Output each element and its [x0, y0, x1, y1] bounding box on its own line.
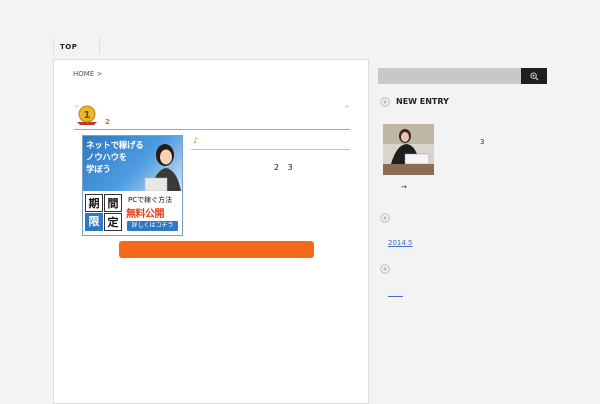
- search-button[interactable]: [521, 68, 547, 84]
- banner-line-1: ネットで稼げる: [86, 141, 144, 151]
- kanji-period-2: 間: [104, 194, 122, 212]
- kanji-period-1: 期: [85, 194, 103, 212]
- magnifier-icon: [529, 71, 538, 80]
- first-place-ribbon-icon: 1: [77, 105, 97, 125]
- entry-thumbnail-image[interactable]: [383, 124, 434, 175]
- kanji-limit-2: 定: [104, 213, 122, 231]
- kanji-limit-1: 限: [85, 213, 103, 231]
- entry-count: 3: [480, 138, 485, 146]
- banner-line-2: ノウハウを: [86, 153, 128, 163]
- article-numbers: 2 3: [274, 163, 296, 172]
- banner-detail-button[interactable]: 詳しくはコチラ: [127, 221, 178, 231]
- promo-banner[interactable]: ネットで稼げる ノウハウを 学ぼう 期 間 限 定 PCで稼ぐ方法 無料公開 詳…: [82, 135, 183, 236]
- category-link[interactable]: [388, 296, 403, 297]
- section-divider: [74, 129, 350, 130]
- banner-header: ネットで稼げる ノウハウを 学ぼう: [83, 136, 182, 191]
- search-input[interactable]: [378, 68, 522, 84]
- banner-body: 期 間 限 定 PCで稼ぐ方法 無料公開 詳しくはコチラ: [83, 191, 182, 235]
- banner-line-3: 学ぼう: [86, 165, 111, 175]
- circle-bullet-icon: [380, 97, 390, 107]
- circle-bullet-icon: [380, 264, 390, 274]
- main-content: HOME > 〃 〃 1 2 ♪ 2 3 ネットで稼げる ノウハウを 学ぼう 期…: [53, 59, 369, 404]
- rank-number: 1: [84, 110, 91, 121]
- cta-button[interactable]: [119, 241, 314, 258]
- rank-second: 2: [105, 118, 110, 126]
- arrow-right-icon[interactable]: →: [401, 183, 407, 191]
- banner-free-text: 無料公開: [126, 209, 165, 220]
- music-note-icon: ♪: [193, 136, 199, 145]
- sub-divider: [191, 149, 350, 150]
- banner-pc-text: PCで稼ぐ方法: [128, 196, 173, 204]
- quote-mark-close: 〃: [344, 104, 351, 111]
- woman-with-laptop-image: [144, 144, 181, 191]
- circle-bullet-icon: [380, 213, 390, 223]
- breadcrumb-home[interactable]: HOME >: [73, 70, 102, 78]
- new-entry-heading: NEW ENTRY: [396, 97, 449, 106]
- archive-link[interactable]: 2014 5: [388, 239, 413, 247]
- nav-tab-top[interactable]: TOP: [53, 38, 100, 54]
